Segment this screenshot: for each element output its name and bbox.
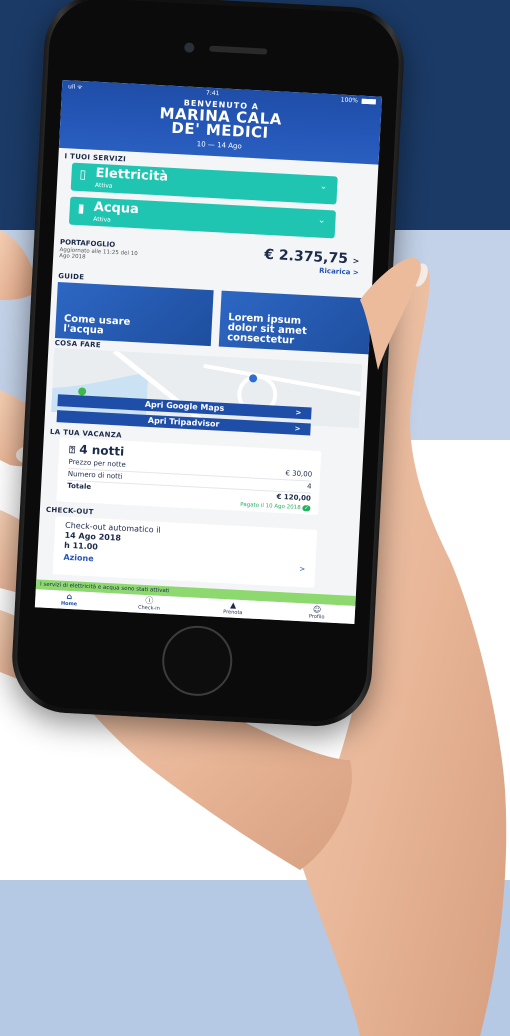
- app-screen: ull ᯤ 7:41 100% BENVENUTO A MARINA CALA …: [34, 79, 383, 625]
- button-label: Apri Tripadvisor: [147, 415, 220, 429]
- guide-card-lorem[interactable]: Lorem ipsum dolor sit amet consectetur: [218, 290, 378, 355]
- tab-home[interactable]: ⌂ Home: [37, 590, 102, 608]
- tab-label: Profilo: [308, 613, 325, 621]
- tab-check-in[interactable]: ⓘ Check-in: [117, 595, 182, 613]
- guide-title: Lorem ipsum dolor sit amet consectetur: [226, 312, 308, 347]
- row-value: € 30,00: [285, 469, 313, 479]
- wallet-balance-value: € 2.375,75: [263, 246, 349, 268]
- chevron-down-icon: ⌄: [319, 181, 328, 192]
- nights-text: 4 notti: [78, 442, 125, 459]
- guide-title: Come usare l'acqua: [63, 313, 131, 337]
- chevron-down-icon: ⌄: [317, 215, 326, 226]
- service-name: Acqua: [93, 199, 140, 218]
- service-water[interactable]: ▮ Acqua Attiva ⌄: [68, 196, 336, 239]
- row-value: 4: [306, 482, 312, 491]
- checkout-card[interactable]: Check-out automatico il 14 Ago 2018 h 11…: [52, 516, 318, 588]
- recharge-link[interactable]: Ricarica >: [319, 267, 359, 277]
- check-icon: ✓: [302, 505, 311, 512]
- button-label: Apri Google Maps: [144, 399, 225, 413]
- chevron-right-icon: >: [299, 565, 306, 574]
- guide-card-water[interactable]: Come usare l'acqua: [54, 282, 214, 347]
- checkout-time: h 11.00: [63, 540, 99, 552]
- battery-icon: [361, 98, 376, 105]
- battery-indicator: 100%: [341, 97, 376, 106]
- battery-level: 100%: [340, 96, 359, 105]
- services-section-label: I TUOI SERVIZI: [64, 152, 127, 164]
- vacation-card: ⍰ 4 notti Prezzo per notte € 30,00 Numer…: [56, 437, 322, 515]
- checkout-section-label: CHECK-OUT: [45, 505, 94, 517]
- checkout-action-link[interactable]: Azione: [63, 553, 94, 564]
- row-label: Prezzo per notte: [68, 457, 126, 469]
- row-value: € 120,00: [276, 492, 312, 503]
- chevron-right-icon: >: [295, 408, 302, 417]
- wallet-panel: PORTAFOGLIO Aggiornato alle 11:25 del 10…: [59, 236, 368, 280]
- smartphone: ull ᯤ 7:41 100% BENVENUTO A MARINA CALA …: [9, 0, 407, 729]
- tab-label: Prenota: [223, 609, 243, 617]
- row-label: Numero di notti: [67, 469, 123, 481]
- wallet-updated-time: Aggiornato alle 11:25 del 10 Ago 2018: [59, 247, 138, 261]
- calendar-icon: ⍰: [68, 444, 76, 457]
- tab-label: Check-in: [137, 604, 160, 612]
- status-time: 7:41: [205, 89, 220, 98]
- bookmark-icon: ▮: [77, 200, 85, 216]
- guides-section-label: GUIDE: [57, 272, 85, 282]
- wallet-balance[interactable]: € 2.375,75 >: [264, 247, 360, 268]
- chevron-right-icon: >: [294, 424, 301, 433]
- service-status: Attiva: [94, 181, 113, 190]
- tab-label: Home: [60, 600, 78, 608]
- tab-profile[interactable]: ☺ Profilo: [285, 603, 350, 621]
- plug-icon: ▯: [79, 167, 87, 182]
- service-status: Attiva: [93, 215, 111, 224]
- tab-book[interactable]: ▲ Prenota: [201, 599, 266, 617]
- chevron-right-icon: >: [352, 256, 360, 266]
- row-label: Totale: [67, 481, 92, 492]
- nights-count: ⍰ 4 notti: [68, 442, 125, 459]
- signal-indicator: ull ᯤ: [67, 83, 83, 92]
